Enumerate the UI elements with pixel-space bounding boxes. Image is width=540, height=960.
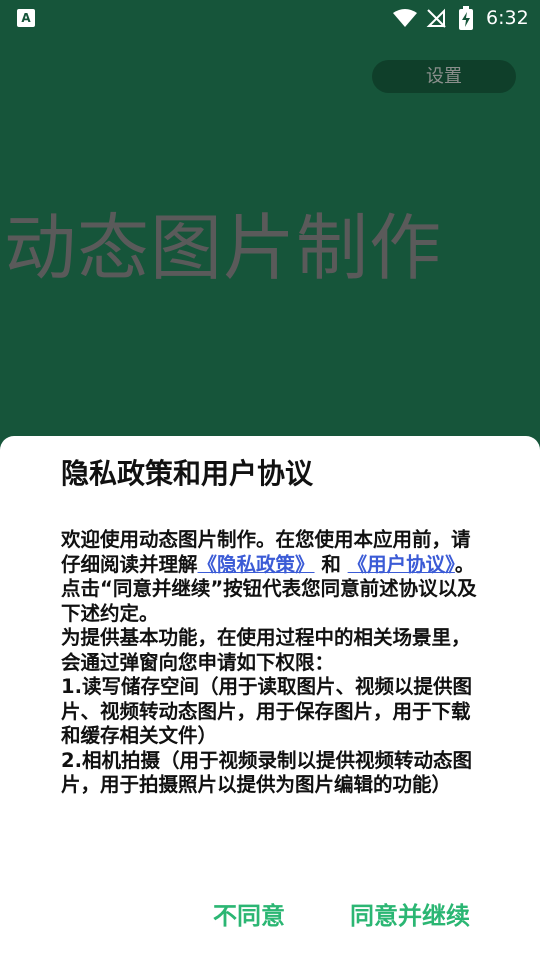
app-notification-icon: A: [17, 9, 35, 27]
settings-button[interactable]: 设置: [372, 60, 516, 93]
battery-charging-icon: [459, 6, 473, 30]
status-time: 6:32: [486, 7, 529, 29]
disagree-button[interactable]: 不同意: [213, 896, 285, 936]
dialog-body: 欢迎使用动态图片制作。在您使用本应用前，请仔细阅读并理解《隐私政策》 和 《用户…: [61, 528, 485, 798]
wifi-icon: [393, 9, 417, 27]
permission-storage: 1.读写储存空间（用于读取图片、视频以提供图片、视频转动态图片，用于保存图片，用…: [61, 675, 472, 747]
permission-camera: 2.相机拍摄（用于视频录制以提供视频转动态图片，用于拍摄照片以提供为图片编辑的功…: [61, 748, 472, 797]
user-agreement-link[interactable]: 《用户协议》: [348, 553, 455, 576]
status-bar: A 6:32: [0, 0, 540, 36]
agree-continue-button[interactable]: 同意并继续: [350, 896, 470, 936]
and-text: 和: [314, 552, 348, 576]
dialog-intro: 欢迎使用动态图片制作。在您使用本应用前，请仔细阅读并理解《隐私政策》 和 《用户…: [61, 528, 485, 626]
no-signal-icon: [426, 8, 446, 28]
permissions-intro: 为提供基本功能，在使用过程中的相关场景里，会通过弹窗向您申请如下权限：: [61, 626, 471, 674]
privacy-policy-link[interactable]: 《隐私政策》: [198, 553, 315, 576]
dialog-title: 隐私政策和用户协议: [61, 457, 314, 490]
app-title: 动态图片制作: [4, 206, 443, 290]
